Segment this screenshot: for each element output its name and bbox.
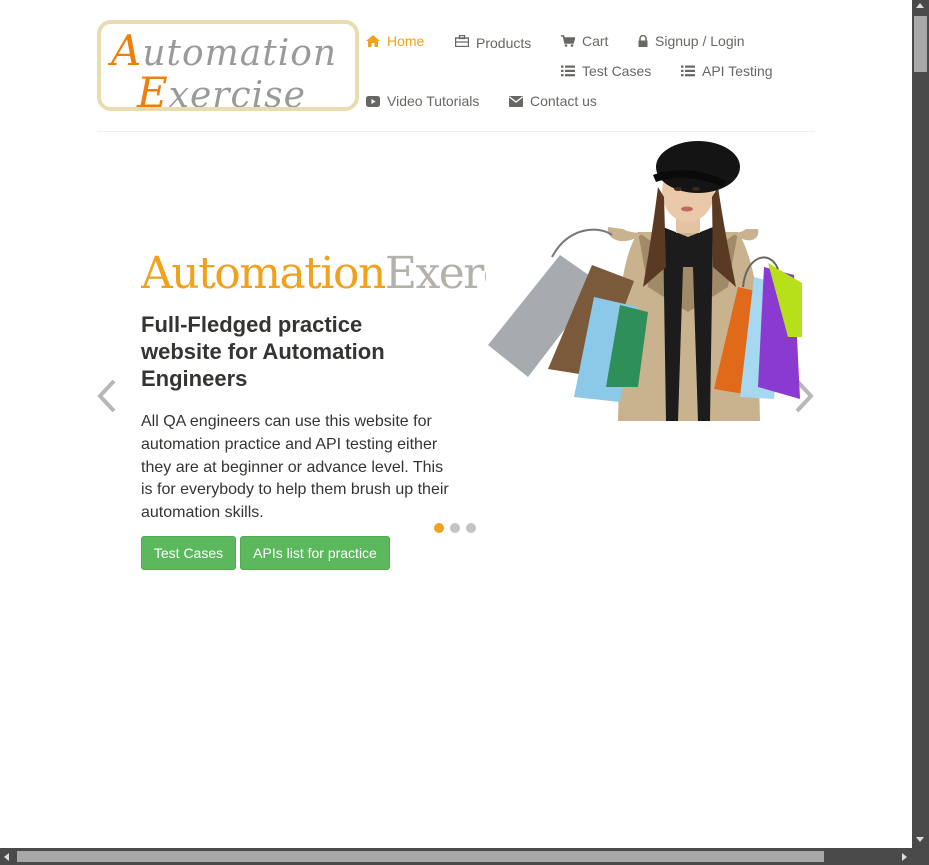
carousel-dot[interactable]: [450, 523, 460, 533]
hero-title: AutomationExercise: [141, 248, 486, 299]
nav-cart[interactable]: Cart: [561, 32, 608, 50]
vertical-scroll-thumb[interactable]: [914, 16, 927, 72]
nav-video-tutorials[interactable]: Video Tutorials: [366, 92, 479, 110]
nav-home[interactable]: Home: [366, 32, 424, 50]
lock-icon: [638, 35, 648, 47]
home-icon: [366, 35, 380, 47]
hero-subtitle: Full-Fledged practice website for Automa…: [141, 312, 385, 391]
carousel-indicators: [434, 523, 476, 533]
horizontal-scroll-thumb[interactable]: [17, 851, 824, 862]
list-icon: [561, 65, 575, 77]
envelope-icon: [509, 95, 523, 107]
list-icon: [681, 65, 695, 77]
briefcase-icon: [455, 35, 469, 47]
scroll-up-arrow-icon[interactable]: [916, 3, 924, 8]
site-logo[interactable]: Automation Exercise: [97, 20, 359, 111]
scroll-down-arrow-icon[interactable]: [916, 837, 924, 842]
hero-description: All QA engineers can use this website fo…: [141, 413, 449, 522]
shopping-cart-icon: [561, 35, 575, 47]
scroll-left-arrow-icon[interactable]: [4, 853, 9, 861]
scrollbar-corner: [912, 848, 929, 865]
apis-list-button[interactable]: APIs list for practice: [240, 536, 390, 570]
carousel-dot[interactable]: [434, 523, 444, 533]
test-cases-button[interactable]: Test Cases: [141, 536, 236, 570]
carousel-prev-chevron-icon[interactable]: [95, 378, 119, 414]
nav-signup-login[interactable]: Signup / Login: [638, 32, 745, 50]
header-divider: [97, 131, 815, 132]
nav-contact-us[interactable]: Contact us: [509, 92, 597, 110]
horizontal-scrollbar[interactable]: [0, 848, 912, 865]
carousel-dot[interactable]: [466, 523, 476, 533]
nav-products[interactable]: Products: [455, 32, 531, 51]
vertical-scrollbar[interactable]: [912, 0, 929, 848]
nav-api-testing[interactable]: API Testing: [681, 62, 773, 80]
logo-line-2: Exercise: [137, 68, 306, 111]
youtube-play-icon: [366, 95, 380, 107]
nav-test-cases[interactable]: Test Cases: [561, 62, 651, 80]
hero-girl-shopping-bags-image: [488, 141, 802, 421]
scroll-right-arrow-icon[interactable]: [902, 853, 907, 861]
